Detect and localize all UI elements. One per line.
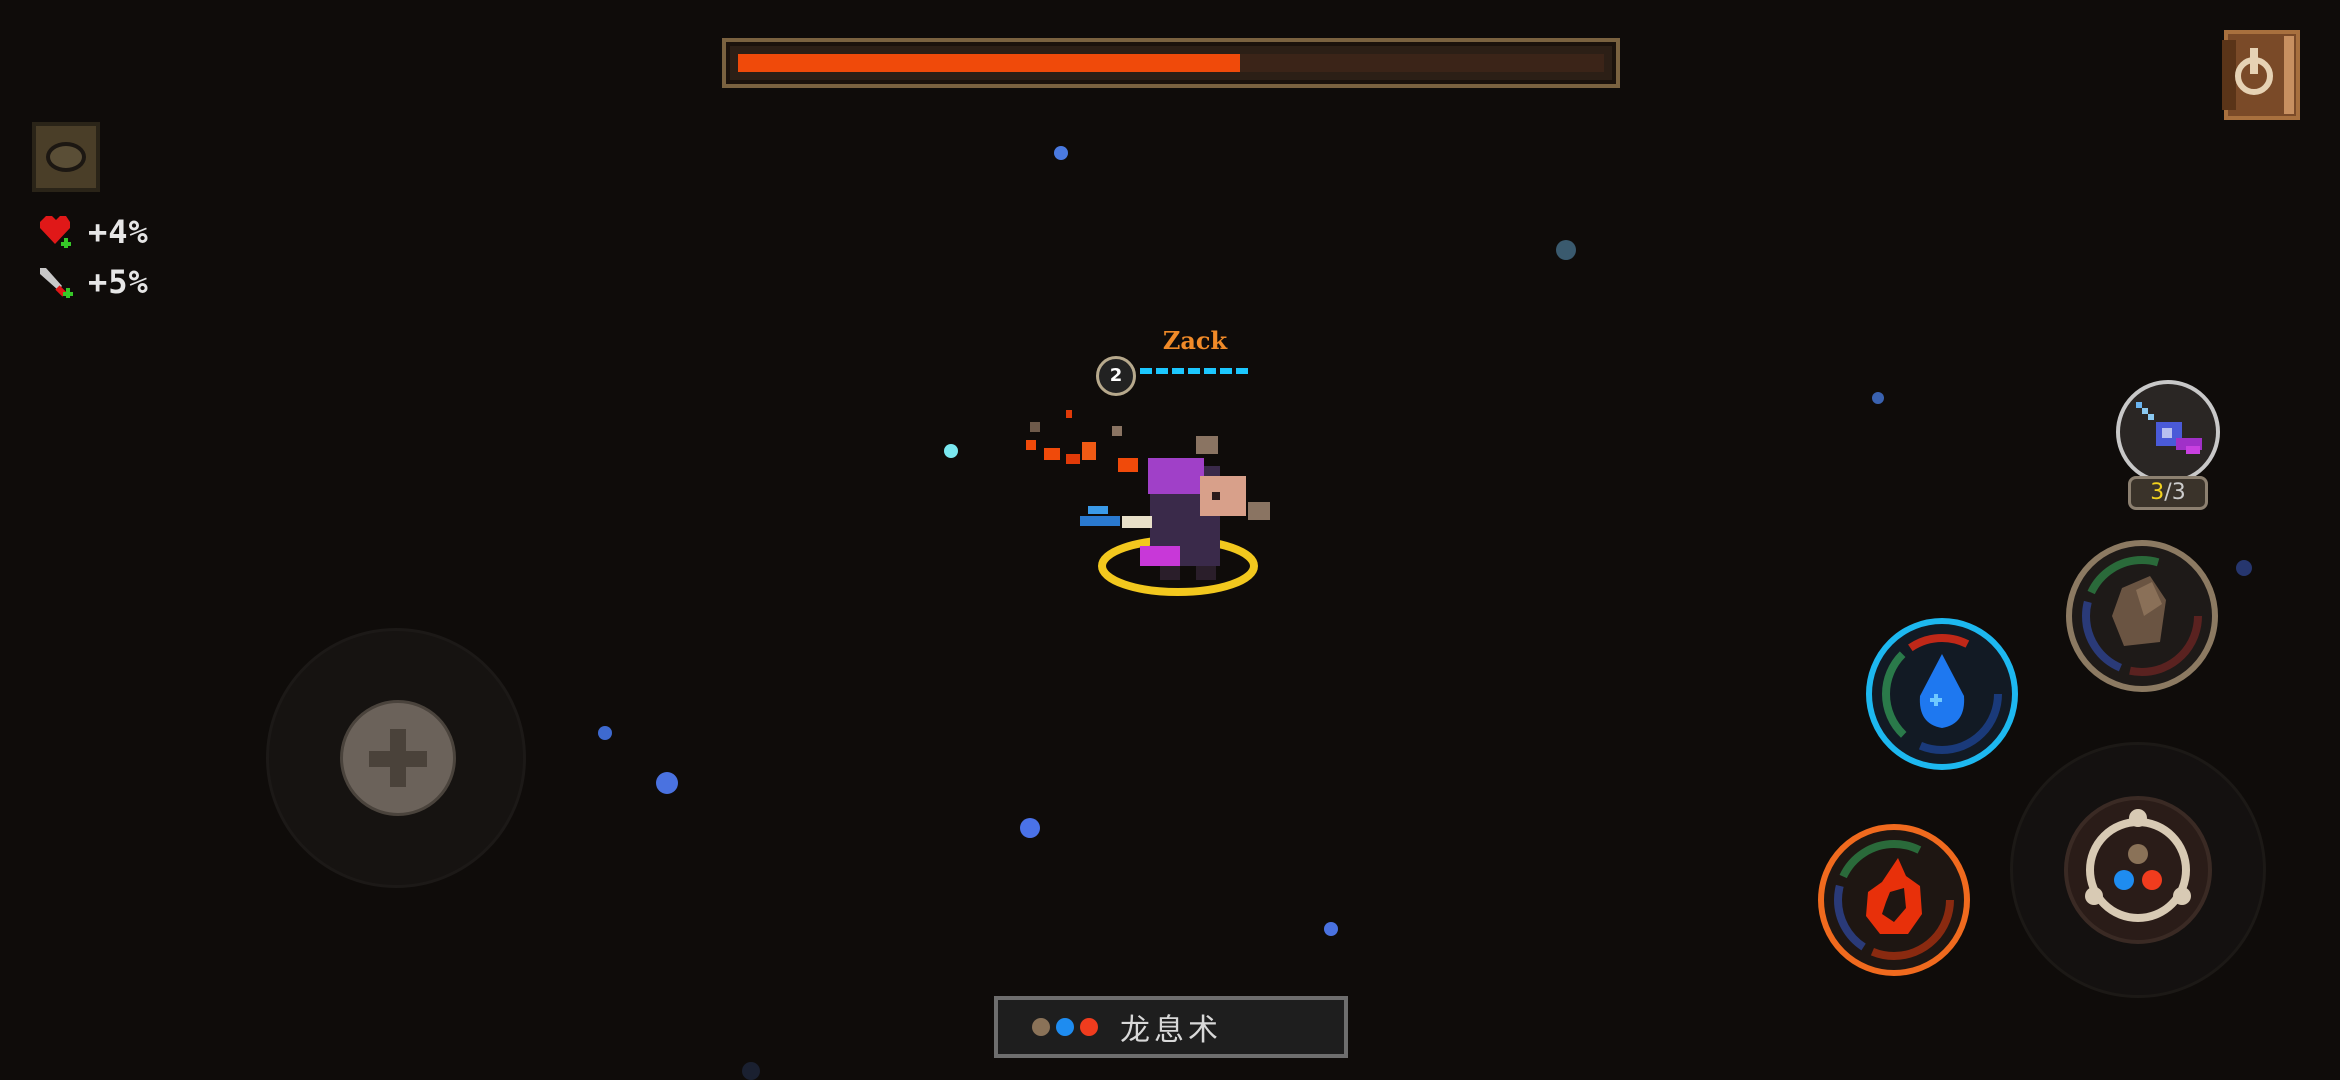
magic-particle [944,444,958,458]
earth-orb-icon [1032,1018,1050,1036]
mana-pip [1220,368,1232,374]
relic-slot[interactable] [32,122,100,192]
magic-particle [1054,146,1068,160]
water-orb-icon [1056,1018,1074,1036]
earth-skill-button[interactable] [2066,540,2218,692]
element-combo-bar: 龙息术 [994,996,1348,1058]
mana-pip [1156,368,1168,374]
boss-health-bar [722,38,1620,88]
magic-particle [1020,818,1040,838]
combine-skill-button[interactable] [2064,796,2212,944]
water-skill-button[interactable] [1866,618,2018,770]
magic-particle [598,726,612,740]
fire-skill-button[interactable] [1818,824,1970,976]
magic-particle [742,1062,760,1080]
rock-icon [2112,576,2166,646]
magic-particle [1324,922,1338,936]
ammo-counter: 3/3 [2128,476,2208,510]
buff-health-text: +4% [88,213,149,251]
player-character [1000,396,1300,616]
magic-particle [1872,392,1884,404]
ring-relic-icon [46,142,86,172]
player-level-badge: 2 [1096,356,1136,396]
ammo-current: 3 [2150,480,2165,505]
joystick-knob[interactable] [340,700,456,816]
book-icon [2222,30,2300,120]
mana-pip [1236,368,1248,374]
player-mana-bar [1140,368,1248,374]
magic-particle [1556,240,1576,260]
boss-health-fill [738,54,1241,72]
mana-pip [1172,368,1184,374]
pause-menu-button[interactable] [2218,26,2306,122]
magic-particle [2236,560,2252,576]
ammo-separator: / [2164,480,2172,505]
weapon-slot-button[interactable] [2116,380,2220,484]
boss-health-track [738,54,1604,72]
mana-pip [1140,368,1152,374]
heart-up-icon [40,216,71,248]
spell-name: 龙息术 [1120,1013,1222,1048]
buff-health: +4% [36,212,149,252]
sword-up-icon [40,268,73,298]
player-name: Zack [1162,326,1228,355]
magic-particle [656,772,678,794]
fire-orb-icon [1080,1018,1098,1036]
staff-wand-icon [2136,402,2202,454]
flame-icon [1866,858,1922,934]
water-drop-icon [1919,654,1965,728]
buff-attack-text: +5% [88,263,149,301]
element-combine-icon [2085,809,2191,922]
ammo-max: 3 [2171,480,2186,505]
mana-pip [1204,368,1216,374]
mana-pip [1188,368,1200,374]
buff-attack: +5% [36,262,149,302]
